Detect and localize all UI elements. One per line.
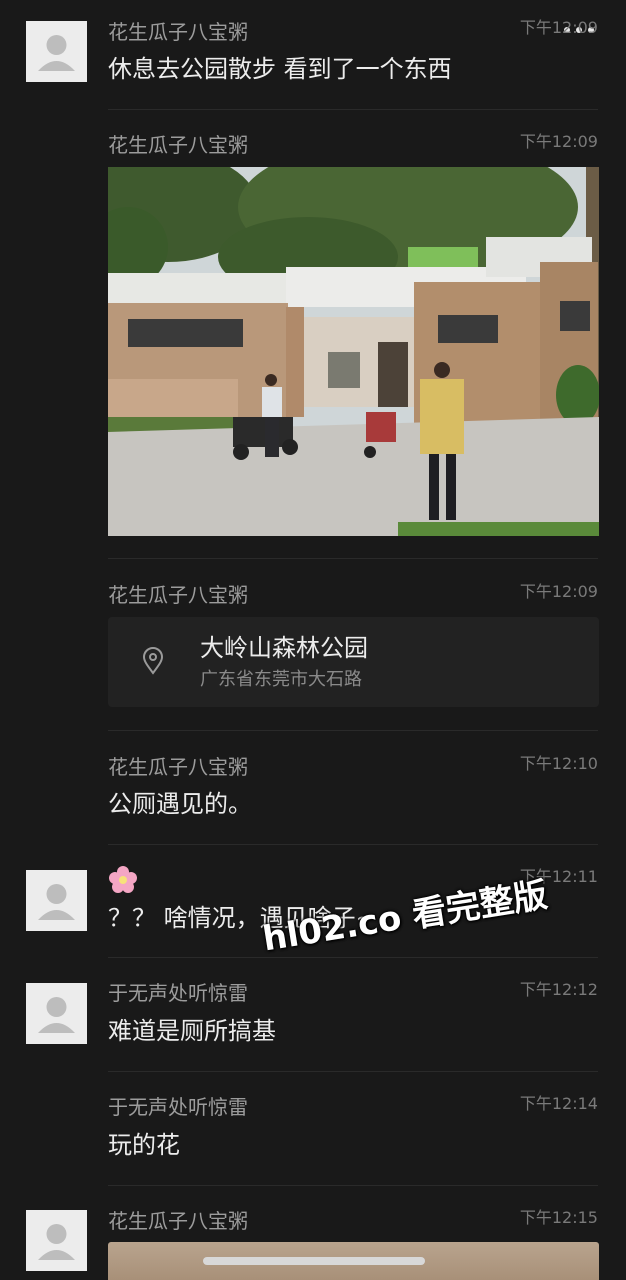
avatar[interactable] xyxy=(26,870,87,931)
divider xyxy=(108,730,598,731)
message-text[interactable]: 公厕遇见的。 xyxy=(108,789,252,819)
message-text[interactable]: 玩的花 xyxy=(108,1130,180,1160)
message-time: 下午12:15 xyxy=(519,1208,598,1227)
divider xyxy=(108,1071,598,1072)
sender-name: 于无声处听惊雷 xyxy=(108,1095,248,1119)
message-time: 下午12:09 xyxy=(519,132,598,151)
sender-name: 花生瓜子八宝粥 xyxy=(108,755,248,779)
sender-name: 花生瓜子八宝粥 xyxy=(108,583,248,607)
divider xyxy=(108,109,598,110)
avatar[interactable] xyxy=(26,21,87,82)
sender-name: 于无声处听惊雷 xyxy=(108,981,248,1005)
avatar[interactable] xyxy=(26,983,87,1044)
message-time: 下午12:09 xyxy=(519,582,598,601)
message-time: 下午12:10 xyxy=(519,754,598,773)
message-time: 下午12:14 xyxy=(519,1094,598,1113)
location-address: 广东省东莞市大石路 xyxy=(200,669,362,690)
message-time: 下午12:12 xyxy=(519,980,598,999)
divider xyxy=(108,957,598,958)
location-card[interactable]: 大岭山森林公园 广东省东莞市大石路 xyxy=(108,617,599,707)
sender-name: 花生瓜子八宝粥 xyxy=(108,1209,248,1233)
watermark-text: hl02.co 看完整版 xyxy=(260,875,551,960)
location-title: 大岭山森林公园 xyxy=(200,634,368,662)
message-photo[interactable] xyxy=(108,167,599,536)
divider xyxy=(108,1185,598,1186)
sender-name: 花生瓜子八宝粥 xyxy=(108,20,248,44)
message-time: 下午12:09 xyxy=(519,18,598,37)
divider xyxy=(108,558,598,559)
avatar[interactable] xyxy=(26,1210,87,1271)
divider xyxy=(108,844,598,845)
message-text[interactable]: 难道是厕所搞基 xyxy=(108,1016,276,1046)
home-indicator[interactable] xyxy=(203,1257,425,1265)
location-pin-icon xyxy=(142,647,164,675)
message-text[interactable]: 休息去公园散步 看到了一个东西 xyxy=(108,54,452,84)
sender-emoji-name xyxy=(108,865,138,895)
sender-name: 花生瓜子八宝粥 xyxy=(108,133,248,157)
